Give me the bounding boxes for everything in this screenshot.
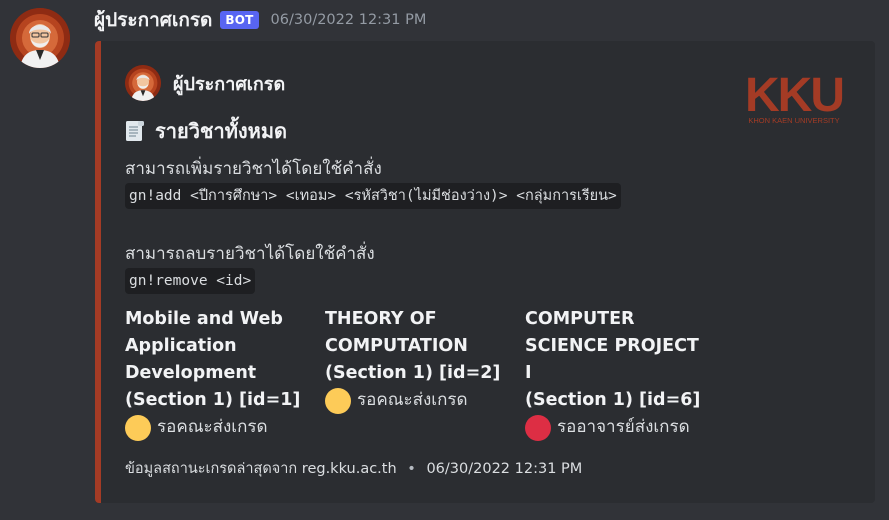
- status-text: รออาจารย์ส่งเกรด: [557, 417, 690, 437]
- course-name-line: (Section 1) [id=6]: [525, 390, 701, 410]
- embed-author-name: ผู้ประกาศเกรด: [173, 73, 286, 95]
- scroll-icon: [126, 121, 144, 141]
- course-name-line: I: [525, 363, 532, 383]
- footer-timestamp: 06/30/2022 12:31 PM: [426, 461, 583, 477]
- course-name-line: (Section 1) [id=2]: [325, 363, 501, 383]
- bot-badge: BOT: [220, 11, 259, 29]
- course-name-line: Application: [125, 336, 237, 356]
- professor-avatar-icon: [125, 65, 161, 101]
- course-name-line: COMPUTATION: [325, 336, 468, 356]
- course-name-line: COMPUTER: [525, 309, 635, 329]
- status-text: รอคณะส่งเกรด: [357, 390, 468, 410]
- red-circle-icon: [525, 414, 551, 441]
- remove-command-code: gn!remove <id>: [125, 268, 256, 294]
- course-name-line: THEORY OF: [325, 309, 437, 329]
- course-field: Mobile and Web Application Development (…: [125, 306, 315, 441]
- embed-footer: ข้อมูลสถานะเกรดล่าสุดจาก reg.kku.ac.th •…: [125, 457, 582, 480]
- add-hint-text: สามารถเพิ่มรายวิชาได้โดยใช้คำสั่ง: [125, 159, 382, 179]
- footer-source: ข้อมูลสถานะเกรดล่าสุดจาก reg.kku.ac.th: [125, 461, 397, 477]
- embed-author: ผู้ประกาศเกรด: [125, 65, 285, 101]
- grade-embed: ผู้ประกาศเกรด KKU KHON KAEN UNIVERSITY ร…: [95, 41, 875, 503]
- kku-logo-caption: KHON KAEN UNIVERSITY: [748, 116, 839, 125]
- course-field: THEORY OF COMPUTATION (Section 1) [id=2]…: [325, 306, 515, 414]
- chat-message: ผู้ประกาศเกรด BOT 06/30/2022 12:31 PM ผู…: [0, 0, 889, 520]
- yellow-circle-icon: [125, 414, 151, 441]
- yellow-circle-icon: [325, 387, 351, 414]
- course-field: COMPUTER SCIENCE PROJECT I (Section 1) […: [525, 306, 715, 441]
- course-status: รอคณะส่งเกรด: [325, 387, 515, 414]
- professor-avatar-icon: [10, 8, 70, 68]
- status-text: รอคณะส่งเกรด: [157, 417, 268, 437]
- course-name-line: SCIENCE PROJECT: [525, 336, 699, 356]
- course-name-line: Mobile and Web: [125, 309, 283, 329]
- message-header: ผู้ประกาศเกรด BOT 06/30/2022 12:31 PM: [94, 7, 426, 33]
- embed-author-avatar: [125, 65, 161, 101]
- author-name[interactable]: ผู้ประกาศเกรด: [94, 5, 212, 35]
- author-avatar[interactable]: [10, 8, 70, 68]
- add-command-code: gn!add <ปีการศึกษา> <เทอม> <รหัสวิชา(ไม่…: [125, 183, 621, 209]
- kku-logo-text: KKU: [745, 69, 843, 122]
- course-name-line: (Section 1) [id=1]: [125, 390, 301, 410]
- footer-separator: •: [407, 461, 416, 477]
- embed-title: รายวิชาทั้งหมด: [123, 115, 287, 147]
- course-status: รอคณะส่งเกรด: [125, 414, 315, 441]
- message-timestamp: 06/30/2022 12:31 PM: [270, 12, 427, 28]
- kku-logo[interactable]: KKU KHON KAEN UNIVERSITY: [738, 69, 850, 127]
- course-status: รออาจารย์ส่งเกรด: [525, 414, 715, 441]
- kku-logo-icon: KKU KHON KAEN UNIVERSITY: [745, 69, 845, 125]
- embed-title-text: รายวิชาทั้งหมด: [155, 119, 288, 143]
- course-name-line: Development: [125, 363, 257, 383]
- remove-hint-text: สามารถลบรายวิชาได้โดยใช้คำสั่ง: [125, 244, 375, 264]
